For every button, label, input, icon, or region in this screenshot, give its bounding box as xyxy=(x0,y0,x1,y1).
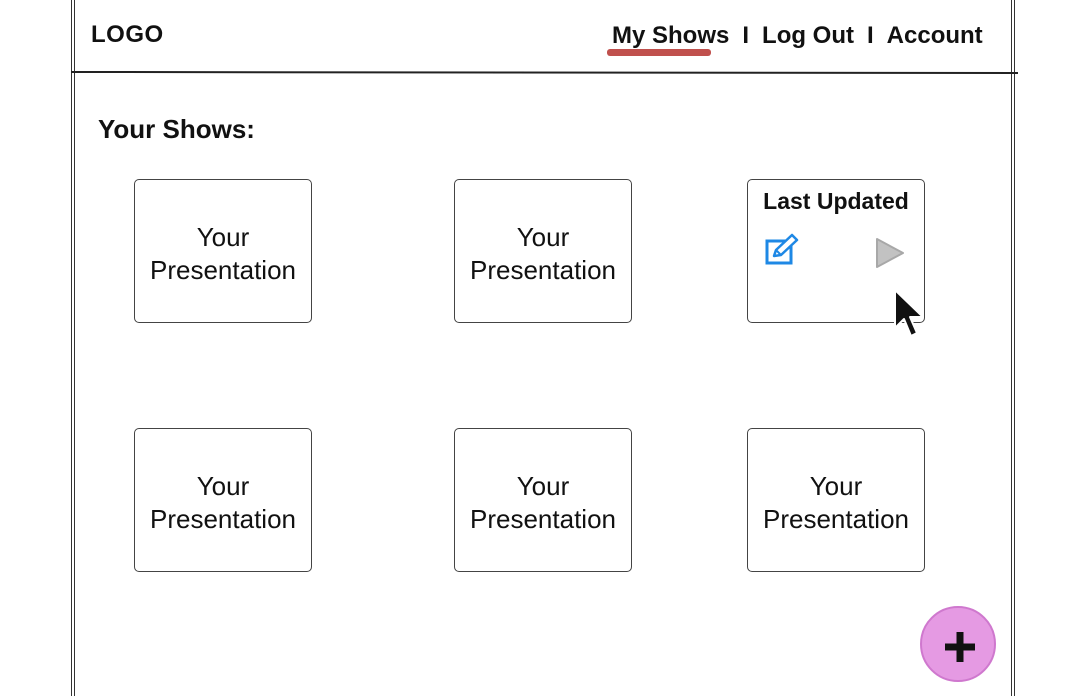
presentation-card[interactable]: Your Presentation xyxy=(134,179,312,323)
add-show-button[interactable] xyxy=(920,606,996,682)
presentation-card-label: Your Presentation xyxy=(150,471,296,534)
presentation-card[interactable]: Your Presentation xyxy=(454,179,632,323)
nav-account[interactable]: Account xyxy=(887,22,983,50)
edit-icon[interactable] xyxy=(764,232,800,268)
nav-separator: I xyxy=(867,22,874,49)
page-frame xyxy=(71,0,1015,696)
nav-log-out[interactable]: Log Out xyxy=(762,22,854,50)
mouse-cursor-icon xyxy=(894,289,924,337)
presentation-card-label: Your Presentation xyxy=(470,222,616,285)
presentation-card[interactable]: Your Presentation xyxy=(454,428,632,572)
presentation-card-label: Your Presentation xyxy=(763,471,909,534)
section-title: Your Shows: xyxy=(98,114,255,144)
nav-my-shows[interactable]: My Shows xyxy=(612,22,729,50)
plus-icon xyxy=(945,632,975,662)
presentation-card-label: Your Presentation xyxy=(150,222,296,285)
main-nav: My Shows I Log Out I Account xyxy=(612,20,983,52)
logo: LOGO xyxy=(91,21,164,48)
nav-separator: I xyxy=(742,22,750,49)
play-icon[interactable] xyxy=(874,236,906,270)
presentation-card[interactable]: Your Presentation xyxy=(747,428,925,572)
presentation-card[interactable]: Your Presentation xyxy=(134,428,312,572)
last-updated-label: Last Updated xyxy=(763,188,909,214)
active-nav-underline xyxy=(607,49,711,56)
presentation-card-label: Your Presentation xyxy=(470,471,616,534)
